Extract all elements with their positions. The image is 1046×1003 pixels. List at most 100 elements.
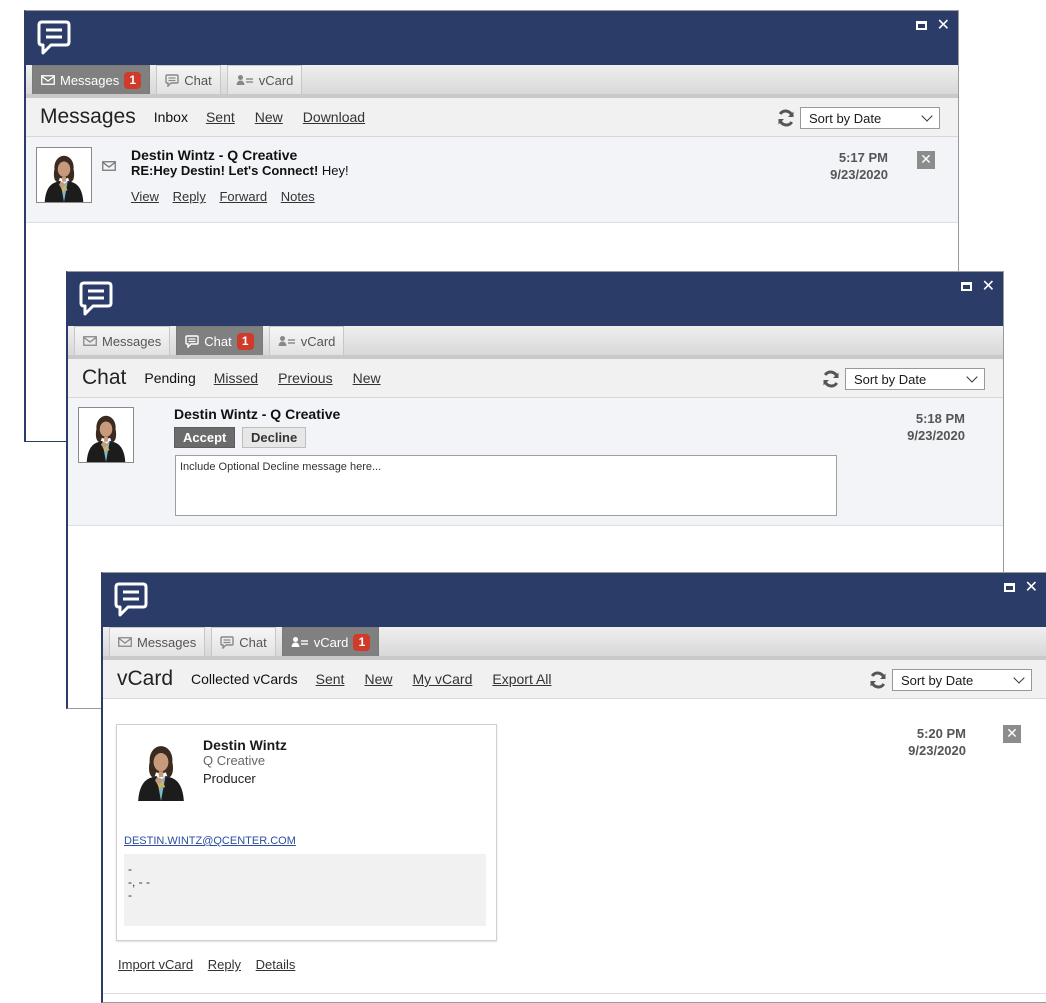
chat-timestamp: 5:18 PM 9/23/2020	[907, 410, 965, 444]
chat-icon	[185, 335, 199, 348]
close-icon[interactable]: ✕	[982, 278, 995, 294]
tab-messages[interactable]: Messages	[74, 326, 171, 355]
envelope-icon	[102, 161, 116, 171]
sort-dropdown[interactable]: Sort by Date	[845, 368, 985, 390]
delete-message-button[interactable]: ✕	[917, 151, 935, 169]
maximize-icon[interactable]	[960, 281, 972, 291]
sort-dropdown-value: Sort by Date	[901, 672, 974, 688]
contact-company: Q Creative	[203, 753, 266, 768]
tab-bar: Messages Chat 1 vCard	[68, 326, 1003, 359]
tab-vcard-label: vCard	[300, 333, 336, 349]
tab-messages[interactable]: Messages	[109, 627, 206, 656]
filter-pending[interactable]: Pending	[144, 370, 195, 386]
contact-photo	[129, 735, 193, 803]
tab-chat-label: Chat	[239, 634, 267, 650]
message-time: 5:17 PM	[838, 150, 888, 165]
maximize-icon[interactable]	[1003, 582, 1015, 592]
page-title: vCard	[117, 667, 174, 690]
export-all-link[interactable]: Export All	[492, 671, 551, 687]
chevron-down-icon	[966, 371, 978, 383]
tab-messages-label: Messages	[60, 72, 120, 88]
chat-icon	[220, 636, 234, 649]
window-controls: ✕	[915, 17, 950, 33]
reply-link[interactable]: Reply	[208, 957, 241, 972]
message-timestamp: 5:17 PM 9/23/2020	[830, 149, 888, 183]
filter-sent-link[interactable]: Sent	[206, 109, 235, 125]
avatar	[78, 407, 134, 463]
tab-chat[interactable]: Chat	[211, 627, 276, 656]
messages-toolbar: Messages Inbox Sent New Download Sort by…	[26, 98, 958, 137]
tab-vcard[interactable]: vCard	[268, 326, 345, 355]
address-line: -	[128, 862, 132, 876]
new-vcard-link[interactable]: New	[364, 671, 392, 687]
message-row[interactable]: Destin Wintz - Q Creative RE:Hey Destin!…	[26, 137, 958, 223]
decline-button[interactable]: Decline	[241, 427, 307, 448]
accept-button[interactable]: Accept	[174, 427, 236, 448]
filter-sent-link[interactable]: Sent	[316, 671, 345, 687]
tab-vcard-label: vCard	[258, 72, 294, 88]
vcard-window: ✕ Messages Chat vCard 1 vCard Collected …	[101, 572, 1046, 1003]
page-title: Chat	[82, 366, 127, 389]
reply-link[interactable]: Reply	[173, 189, 206, 204]
address-line: -, - -	[128, 875, 150, 889]
message-subject: RE:Hey Destin! Let's Connect!	[131, 163, 319, 178]
refresh-icon[interactable]	[821, 369, 841, 389]
sort-dropdown[interactable]: Sort by Date	[800, 107, 940, 129]
vcard-icon	[236, 74, 254, 86]
new-chat-link[interactable]: New	[353, 370, 381, 386]
chat-icon	[165, 74, 179, 87]
filter-collected-vcards[interactable]: Collected vCards	[191, 671, 298, 687]
vcard-card: Destin Wintz Q Creative Producer DESTIN.…	[116, 724, 497, 941]
sort-dropdown-value: Sort by Date	[809, 110, 882, 126]
chat-bubble-app-icon	[114, 581, 148, 619]
filter-inbox[interactable]: Inbox	[154, 109, 188, 125]
import-vcard-link[interactable]: Import vCard	[118, 957, 193, 972]
sort-control: Sort by Date	[776, 107, 940, 129]
vcard-toolbar: vCard Collected vCards Sent New My vCard…	[103, 660, 1046, 699]
tab-chat[interactable]: Chat 1	[176, 326, 263, 355]
envelope-icon	[41, 75, 55, 85]
new-message-link[interactable]: New	[255, 109, 283, 125]
chevron-down-icon	[1013, 672, 1025, 684]
view-link[interactable]: View	[131, 189, 159, 204]
forward-link[interactable]: Forward	[219, 189, 267, 204]
chat-bubble-app-icon	[79, 280, 113, 318]
envelope-icon	[83, 336, 97, 346]
tab-vcard-label: vCard	[313, 634, 349, 650]
download-link[interactable]: Download	[303, 109, 365, 125]
sort-dropdown[interactable]: Sort by Date	[892, 669, 1032, 691]
chat-toolbar: Chat Pending Missed Previous New Sort by…	[68, 359, 1003, 398]
my-vcard-link[interactable]: My vCard	[412, 671, 472, 687]
tab-bar: Messages 1 Chat vCard	[26, 65, 958, 98]
filter-previous-link[interactable]: Previous	[278, 370, 332, 386]
vcard-badge: 1	[353, 633, 371, 651]
address-line: -	[128, 888, 132, 902]
maximize-icon[interactable]	[915, 20, 927, 30]
tab-chat-label: Chat	[204, 333, 232, 349]
tab-messages[interactable]: Messages 1	[32, 65, 151, 94]
message-subject-line[interactable]: RE:Hey Destin! Let's Connect! Hey!	[131, 163, 349, 178]
tab-chat-label: Chat	[184, 72, 212, 88]
decline-message-input[interactable]: Include Optional Decline message here...	[175, 455, 837, 516]
chat-request-row: Destin Wintz - Q Creative Accept Decline…	[68, 398, 1003, 526]
close-icon[interactable]: ✕	[1025, 579, 1038, 595]
sort-control: Sort by Date	[868, 669, 1032, 691]
contact-email-link[interactable]: DESTIN.WINTZ@QCENTER.COM	[124, 835, 296, 847]
tab-messages-label: Messages	[137, 634, 197, 650]
contact-name: Destin Wintz	[203, 737, 287, 753]
close-icon[interactable]: ✕	[937, 17, 950, 33]
vcard-actions: Import vCard Reply Details	[118, 957, 306, 972]
vcard-timestamp: 5:20 PM 9/23/2020	[908, 725, 966, 759]
details-link[interactable]: Details	[256, 957, 296, 972]
tab-vcard[interactable]: vCard	[226, 65, 303, 94]
refresh-icon[interactable]	[776, 108, 796, 128]
chat-titlebar: ✕	[68, 272, 1003, 326]
notes-link[interactable]: Notes	[281, 189, 315, 204]
refresh-icon[interactable]	[868, 670, 888, 690]
filter-missed-link[interactable]: Missed	[214, 370, 258, 386]
tab-chat[interactable]: Chat	[156, 65, 221, 94]
tab-vcard[interactable]: vCard 1	[281, 627, 380, 656]
messages-titlebar: ✕	[26, 11, 958, 65]
window-controls: ✕	[1003, 579, 1038, 595]
delete-vcard-button[interactable]: ✕	[1003, 725, 1021, 743]
